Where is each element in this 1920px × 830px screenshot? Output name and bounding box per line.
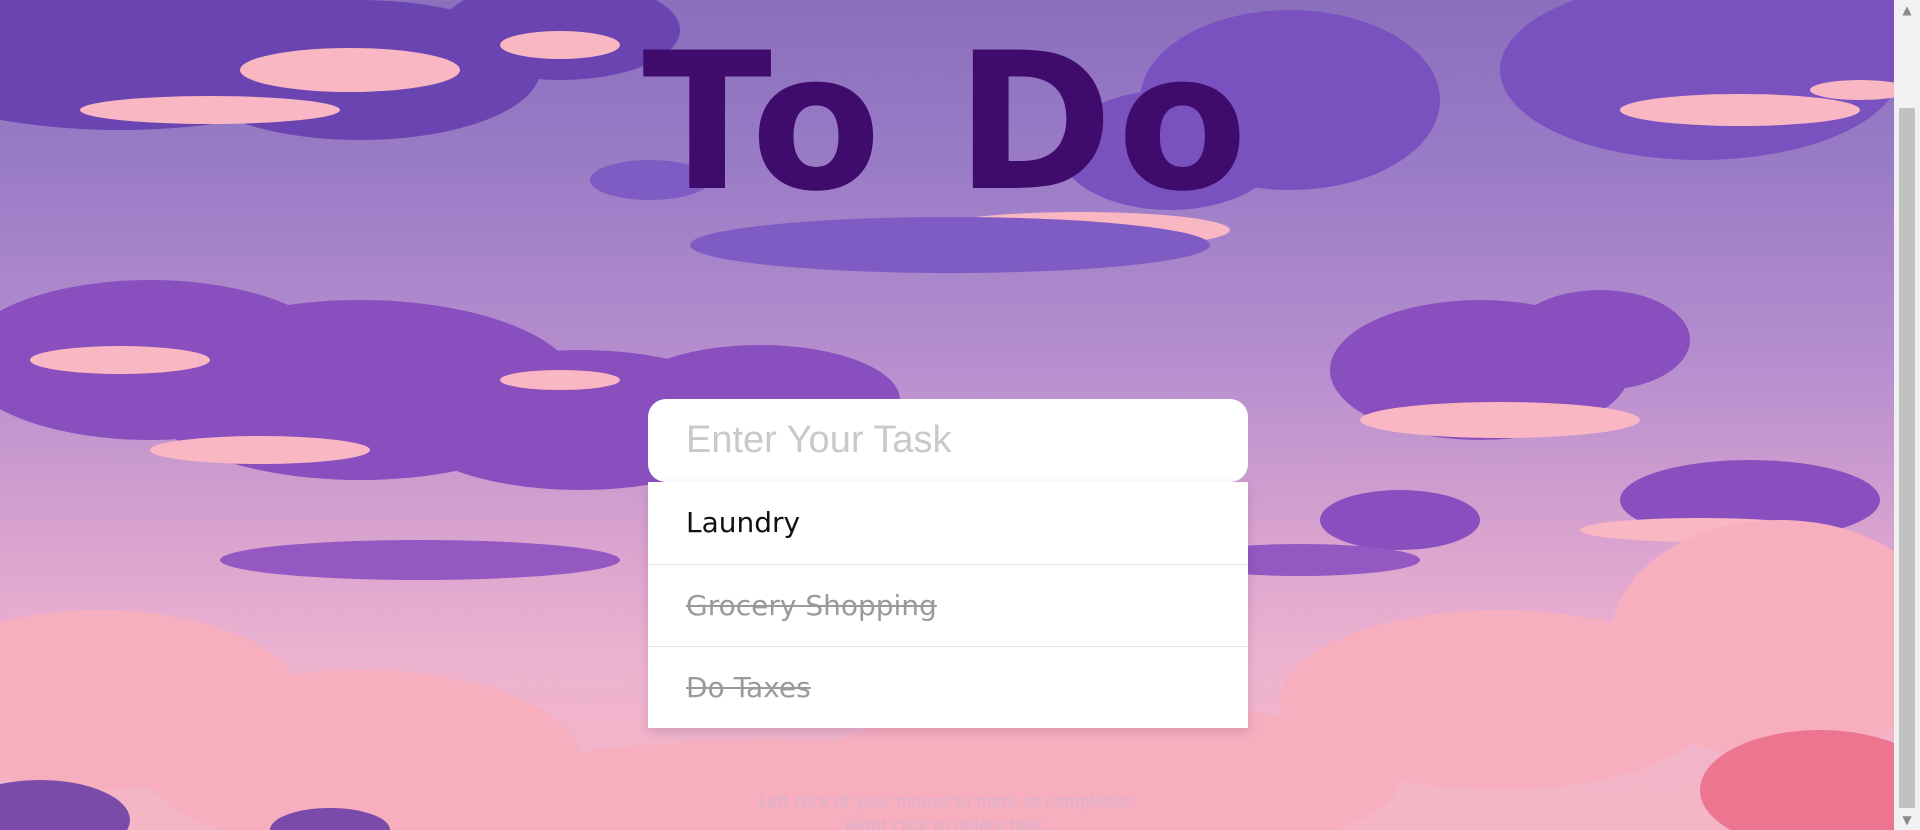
page-title: To Do: [642, 12, 1252, 233]
task-input[interactable]: [648, 399, 1248, 482]
hint-line-2: Right click to delete task.: [845, 816, 1049, 830]
task-item-do-taxes[interactable]: Do Taxes: [648, 646, 1248, 728]
task-list: Laundry Grocery Shopping Do Taxes: [648, 482, 1248, 728]
task-item-laundry[interactable]: Laundry: [648, 482, 1248, 564]
scroll-thumb[interactable]: [1899, 108, 1915, 808]
todo-card: Laundry Grocery Shopping Do Taxes: [648, 399, 1248, 728]
vertical-scrollbar[interactable]: ▲ ▼: [1894, 0, 1920, 830]
task-item-grocery-shopping[interactable]: Grocery Shopping: [648, 564, 1248, 646]
scroll-up-icon[interactable]: ▲: [1894, 0, 1920, 20]
hint-line-1: Left click of your mouse to mark as comp…: [758, 792, 1136, 811]
scroll-down-icon[interactable]: ▼: [1894, 810, 1920, 830]
usage-hint: Left click of your mouse to mark as comp…: [0, 790, 1894, 830]
